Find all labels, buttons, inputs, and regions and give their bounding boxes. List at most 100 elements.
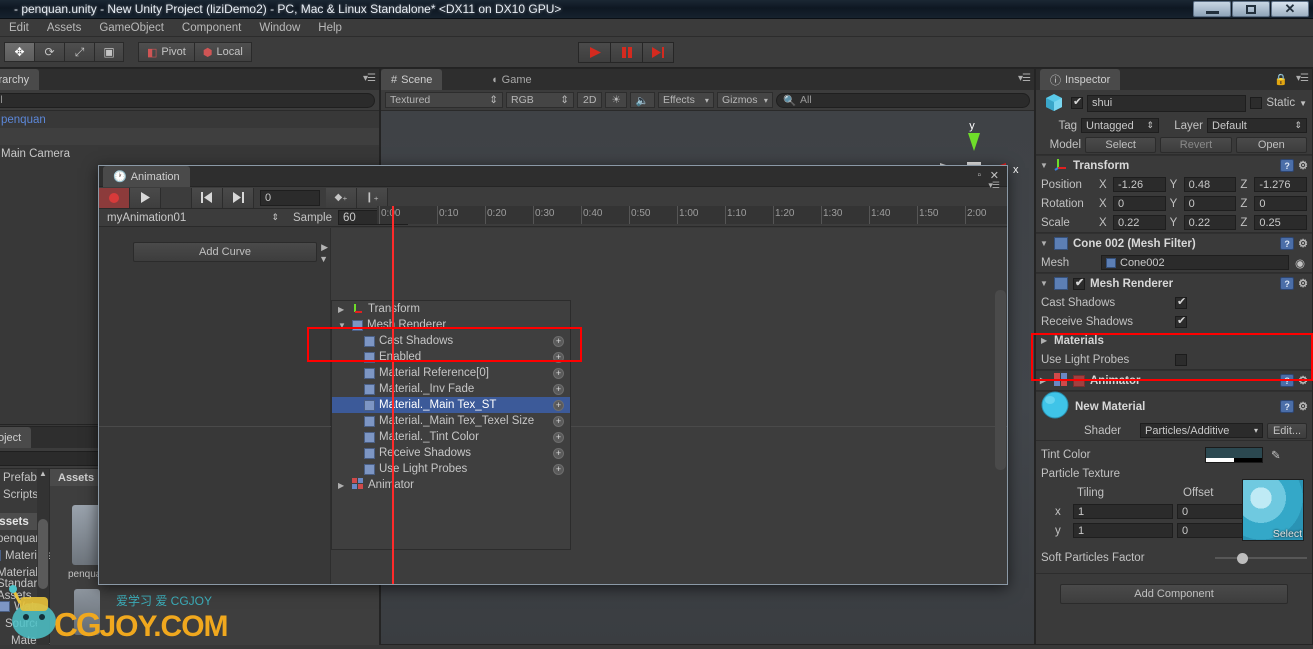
scene-lighting-button[interactable]: ☀ [605,92,627,108]
object-enabled-checkbox[interactable] [1071,95,1083,109]
gear-icon[interactable]: ⚙ [1298,277,1308,290]
foldout-arrow-icon[interactable]: ▼ [1040,279,1049,288]
curve-nav-down-icon[interactable]: ▼ [319,254,328,264]
add-keyframe-button[interactable]: ◆₊ [326,187,357,208]
add-component-button[interactable]: Add Component [1060,584,1288,604]
pause-button[interactable] [610,42,642,63]
local-toggle-button[interactable]: ⬢ Local [193,42,252,62]
scene-search-input[interactable]: 🔍 All [775,92,1030,108]
step-button[interactable] [642,42,674,63]
render-mode-dropdown[interactable]: RGB ⇕ [506,92,574,108]
rotation-x-input[interactable]: 0 [1113,196,1166,211]
rotation-y-input[interactable]: 0 [1183,196,1237,211]
scale-y-input[interactable]: 0.22 [1183,215,1237,230]
effects-dropdown[interactable]: Effects ▾ [657,92,714,108]
tiling-x-input[interactable]: 1 [1073,504,1173,519]
curve-row-receive-shadows[interactable]: Receive Shadows + [332,445,570,461]
next-keyframe-button[interactable] [223,187,254,208]
curve-row-cast-shadows[interactable]: Cast Shadows + [332,333,570,349]
animation-playhead[interactable] [392,206,394,584]
mesh-object-field[interactable]: Cone002 [1101,255,1289,270]
help-icon[interactable]: ? [1280,277,1295,290]
add-curve-icon[interactable]: + [553,399,564,411]
object-name-input[interactable]: shui [1087,94,1247,112]
menu-item-window[interactable]: Window [250,19,309,37]
menu-item-assets[interactable]: Assets [38,19,91,37]
lock-icon[interactable]: 🔒 [1274,73,1288,86]
help-icon[interactable]: ? [1280,159,1295,172]
position-x-input[interactable]: -1.26 [1113,177,1166,192]
scale-tool-button[interactable]: ⤢ [64,42,94,62]
animation-options-icon[interactable]: ▾☰ [988,180,1000,191]
current-frame-input[interactable]: 0 [260,189,320,206]
tint-color-swatch[interactable] [1205,446,1263,463]
shader-dropdown[interactable]: Particles/Additive ▾ [1140,423,1263,438]
rotation-z-input[interactable]: 0 [1254,196,1308,211]
gizmos-dropdown[interactable]: Gizmos ▾ [716,92,773,108]
curve-row-animator[interactable]: ▶ Animator [332,477,570,493]
static-checkbox[interactable] [1250,97,1263,109]
receive-shadows-checkbox[interactable] [1175,314,1187,328]
gear-icon[interactable]: ⚙ [1298,374,1308,387]
animation-time-ruler[interactable]: 0:00 0:10 0:20 0:30 0:40 0:50 1:00 1:10 … [377,206,1007,224]
scene-audio-button[interactable]: 🔈 [629,92,655,108]
hierarchy-item-main-camera[interactable]: Main Camera [0,145,379,162]
add-curve-icon[interactable]: + [553,351,564,363]
position-y-input[interactable]: 0.48 [1183,177,1237,192]
position-z-input[interactable]: -1.276 [1254,177,1308,192]
menu-item-edit[interactable]: Edit [0,19,38,37]
foldout-arrow-icon[interactable]: ▼ [1040,239,1049,248]
gear-icon[interactable]: ⚙ [1298,400,1308,413]
model-open-button[interactable]: Open [1235,136,1307,153]
shader-edit-button[interactable]: Edit... [1267,422,1307,439]
hand-tool-button[interactable]: ✥ [4,42,34,62]
tiling-y-input[interactable]: 1 [1073,523,1173,538]
use-light-probes-checkbox[interactable] [1175,353,1187,366]
component-header-transform[interactable]: ▼ Transform ? ⚙ [1036,155,1312,175]
soft-particles-slider[interactable] [1215,552,1307,564]
hierarchy-item-blank[interactable] [0,128,379,145]
animator-enabled-checkbox[interactable] [1073,374,1085,387]
tab-game[interactable]: ◖ Game [481,69,542,90]
chevron-down-icon[interactable]: ▼ [1299,99,1307,108]
add-curve-icon[interactable]: + [553,335,564,347]
scene-options-icon[interactable]: ▾☰ [1018,73,1031,84]
tag-dropdown[interactable]: Untagged ⇕ [1081,118,1159,133]
gear-icon[interactable]: ⚙ [1298,237,1308,250]
scroll-up-arrow-icon[interactable]: ▲ [38,469,48,478]
tab-project[interactable]: Project [0,427,32,448]
foldout-arrow-icon[interactable]: ▶ [338,481,348,490]
add-curve-icon[interactable]: + [553,447,564,459]
component-header-mesh-filter[interactable]: ▼ Cone 002 (Mesh Filter) ? ⚙ [1036,233,1312,253]
curve-row-material-main-tex-texel-size[interactable]: Material._Main Tex_Texel Size + [332,413,570,429]
menu-item-component[interactable]: Component [173,19,250,37]
foldout-arrow-icon[interactable]: ▶ [338,305,348,314]
foldout-arrow-icon[interactable]: ▶ [1040,376,1049,385]
hierarchy-options-icon[interactable]: ▾☰ [363,73,376,84]
curve-row-material-main-tex-st[interactable]: Material._Main Tex_ST + [332,397,570,413]
curve-row-material-reference[interactable]: Material Reference[0] + [332,365,570,381]
foldout-arrow-icon[interactable]: ▼ [1040,161,1049,170]
curve-row-mesh-renderer[interactable]: ▼ Mesh Renderer [332,317,570,333]
layer-dropdown[interactable]: Default ⇕ [1207,118,1307,133]
animation-vertical-scrollbar[interactable] [995,290,1006,470]
animation-clip-dropdown[interactable]: myAnimation01 ⇕ [103,209,283,226]
component-header-animator[interactable]: ▶ Animator ? ⚙ [1036,370,1312,390]
model-revert-button[interactable]: Revert [1160,136,1232,153]
maximize-button[interactable] [1232,1,1270,17]
mesh-renderer-enabled-checkbox[interactable] [1073,276,1085,290]
curve-nav-up-icon[interactable]: ▶ [321,242,328,253]
component-header-material[interactable]: New Material ? ⚙ [1036,391,1312,421]
maximize-panel-icon[interactable]: ▫ [977,170,981,181]
record-button[interactable] [99,187,130,208]
add-curve-icon[interactable]: + [553,383,564,395]
scale-z-input[interactable]: 0.25 [1254,215,1308,230]
texture-select-label[interactable]: Select [1273,528,1302,540]
minimize-button[interactable] [1193,1,1231,17]
close-button[interactable]: ✕ [1271,1,1309,17]
model-select-button[interactable]: Select [1085,136,1157,153]
tab-animation[interactable]: 🕐 Animation [103,166,190,187]
curve-row-material-inv-fade[interactable]: Material._Inv Fade + [332,381,570,397]
add-curve-icon[interactable]: + [553,367,564,379]
component-header-mesh-renderer[interactable]: ▼ Mesh Renderer ? ⚙ [1036,273,1312,293]
